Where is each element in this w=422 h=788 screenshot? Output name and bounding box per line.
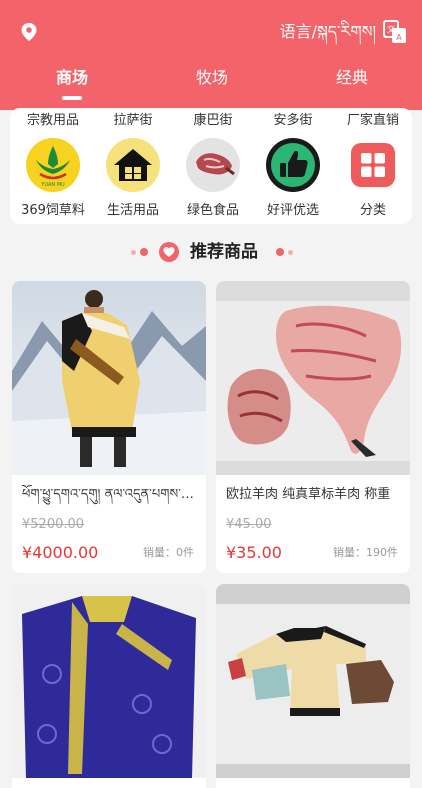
yuan-mu-logo-caption: YUAN MU <box>41 182 65 188</box>
children-robes-photo <box>216 584 410 778</box>
category-fodder[interactable]: YUAN MU 369饲草料 <box>13 138 93 220</box>
street-link-lhasa[interactable]: 拉萨街 <box>93 112 173 130</box>
product-price: ¥4000.00 <box>22 543 99 562</box>
yuan-mu-logo-icon: YUAN MU <box>26 138 80 192</box>
tab-classic[interactable]: 经典 <box>302 62 402 94</box>
product-original-price: ¥45.00 <box>226 517 272 532</box>
category-label: 绿色食品 <box>186 203 239 218</box>
street-link-factory[interactable]: 厂家直销 <box>333 112 413 130</box>
main-tabs: 商场 牧场 经典 <box>0 62 422 102</box>
category-daily-goods[interactable]: 生活用品 <box>93 138 173 220</box>
heart-icon <box>159 242 179 262</box>
thumbs-up-icon <box>266 138 320 192</box>
category-label: 好评优选 <box>266 203 319 218</box>
product-card[interactable] <box>216 584 410 788</box>
location-pin-icon[interactable] <box>20 22 38 42</box>
category-label: 分类 <box>359 203 386 218</box>
top-header: 语言/སྐད་རིགས། A 文 商场 牧场 经典 <box>0 0 422 110</box>
product-name: ཕོག་ཕྱུ་དགའ་དགུ། ནལ་འདུན་པགས་པ་ཤེལ་ <box>22 487 200 502</box>
product-sales-count: 销量：190件 <box>333 546 398 559</box>
active-tab-indicator <box>62 96 82 100</box>
category-label: 生活用品 <box>106 203 159 218</box>
category-all[interactable]: 分类 <box>333 138 413 220</box>
product-name: 欧拉羊肉 纯真草标羊肉 称重 <box>226 487 391 502</box>
section-title: 推荐商品 <box>190 242 258 262</box>
tab-ranch[interactable]: 牧场 <box>162 62 262 94</box>
language-switch-label[interactable]: 语言/སྐད་རིགས། <box>280 20 376 44</box>
product-sales-count: 销量：0件 <box>143 546 194 559</box>
svg-text:文: 文 <box>387 24 395 34</box>
product-price: ¥35.00 <box>226 543 282 562</box>
meat-icon <box>186 138 240 192</box>
category-top-rated[interactable]: 好评优选 <box>253 138 333 220</box>
house-icon <box>106 138 160 192</box>
grid-icon <box>346 138 400 192</box>
category-label: 369饲草料 <box>21 203 85 218</box>
tibetan-robe-photo <box>12 281 206 475</box>
product-card[interactable]: 欧拉羊肉 纯真草标羊肉 称重 ¥45.00 ¥35.00 销量：190件 <box>216 281 410 573</box>
category-card: 宗教用品 拉萨街 康巴街 安多街 厂家直销 YUAN MU 369饲草料 生活用… <box>10 108 412 224</box>
product-card[interactable]: ཕོག་ཕྱུ་དགའ་དགུ། ནལ་འདུན་པགས་པ་ཤེལ་ ¥520… <box>12 281 206 573</box>
decor-dot <box>288 250 293 255</box>
decor-dot <box>131 250 136 255</box>
decor-dot <box>276 248 284 256</box>
street-link-religious[interactable]: 宗教用品 <box>13 112 93 130</box>
recommended-section-header: 推荐商品 <box>0 238 422 266</box>
category-green-food[interactable]: 绿色食品 <box>173 138 253 220</box>
svg-text:A: A <box>396 33 402 42</box>
product-original-price: ¥5200.00 <box>22 517 85 532</box>
translate-icon[interactable]: A 文 <box>382 19 408 45</box>
decor-dot <box>140 248 148 256</box>
street-link-kham[interactable]: 康巴街 <box>173 112 253 130</box>
blue-robe-photo <box>12 584 206 778</box>
lamb-meat-photo <box>216 281 410 475</box>
product-card[interactable] <box>12 584 206 788</box>
tab-mall[interactable]: 商场 <box>22 62 122 94</box>
street-link-amdo[interactable]: 安多街 <box>253 112 333 130</box>
